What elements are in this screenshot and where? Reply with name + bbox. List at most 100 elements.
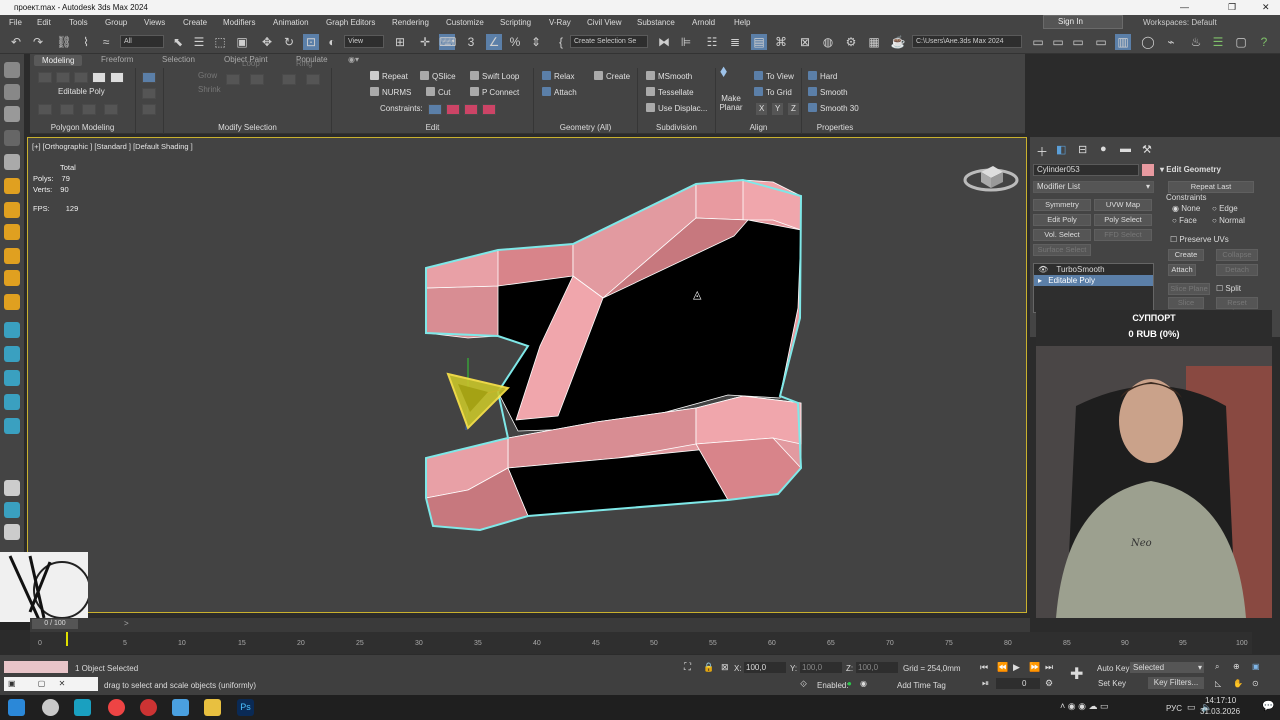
key-filters-button[interactable]: Key Filters... [1148,677,1204,689]
motion-tab-icon[interactable]: ● [1100,143,1107,155]
edge-icon[interactable] [56,72,70,83]
constraint-face-radio[interactable]: ○ Face [1172,216,1197,225]
group-label-subdivision[interactable]: Subdivision [638,123,715,132]
figure-icon[interactable] [4,418,20,434]
surface-select-button[interactable]: Surface Select [1033,244,1091,256]
repeat-button[interactable]: Repeat [370,71,408,83]
start-icon[interactable] [8,699,25,716]
pan-icon[interactable]: ✋ [1233,679,1243,688]
next-frame-icon[interactable]: ⏩ [1029,662,1040,673]
tray-icons[interactable]: ˄ ◉ ◉ ☁ ▭ [1060,701,1108,712]
sphere-icon[interactable] [4,346,20,362]
tessellate-button[interactable]: Tessellate [646,87,694,99]
menu-substance[interactable]: Substance [637,15,675,30]
fov-icon[interactable]: ◺ [1215,679,1221,688]
attach-button[interactable]: Attach [542,87,577,99]
hierarchy-icon[interactable] [4,106,20,122]
layer-explorer-icon[interactable]: ≣ [727,34,743,50]
box-icon[interactable] [4,322,20,338]
utilities-tab-icon[interactable]: ⚒ [1142,143,1152,156]
render-icon[interactable]: ☕ [890,34,906,50]
minimize-button[interactable]: — [1180,0,1189,15]
constraint-none-radio[interactable]: ◉ None [1172,204,1200,213]
notifications-icon[interactable]: 💬 [1262,701,1274,712]
auto-key-button[interactable]: Auto Key [1097,664,1129,673]
shape-icon[interactable] [4,370,20,386]
network-icon[interactable]: ▭ [1187,702,1196,713]
menu-modifiers[interactable]: Modifiers [223,15,255,30]
display-icon[interactable] [4,154,20,170]
person-icon[interactable] [4,524,20,540]
select-by-name-icon[interactable]: ☰ [191,34,207,50]
maximize-button[interactable]: ❐ [1228,0,1236,15]
bridge-icon[interactable]: ⌁ [1163,34,1179,50]
group-label-geometry[interactable]: Geometry (All) [534,123,637,132]
smooth-button[interactable]: Smooth [808,87,848,99]
time-config-icon[interactable]: ⚙ [1045,678,1053,689]
open-icon[interactable]: ▭ [1050,34,1066,50]
set-key-button[interactable]: Set Key [1098,679,1126,688]
clock-date[interactable]: 31.03.2026 [1200,707,1240,716]
align-x-button[interactable]: X [756,103,768,115]
goto-end-icon[interactable]: ⏭ [1045,662,1053,673]
menu-customize[interactable]: Customize [446,15,484,30]
light-icon[interactable] [4,202,20,218]
group-label-modify-selection[interactable]: Modify Selection [164,123,331,132]
qslice-button[interactable]: QSlice [420,71,456,83]
set-key-icon[interactable]: ✚ [1070,664,1083,684]
vertex-icon[interactable] [38,72,52,83]
placement-icon[interactable]: ◐ [324,34,340,50]
create-panel-icon[interactable] [4,62,20,78]
create-tab-icon[interactable]: ＋ [1036,143,1048,160]
make-planar-button[interactable]: Make Planar [718,94,744,112]
align-y-button[interactable]: Y [772,103,784,115]
create-geo-button[interactable]: Create [1168,249,1204,261]
redo-icon[interactable]: ↷ [30,34,46,50]
menu-views[interactable]: Views [144,15,165,30]
maxscript-listener[interactable] [4,661,68,673]
stack-item-turbosmooth[interactable]: 👁 TurboSmooth [1034,264,1153,275]
sun-icon[interactable] [4,294,20,310]
select-object-icon[interactable]: ⬉ [170,34,186,50]
time-slider-handle[interactable]: 0 / 100 [32,619,78,629]
constraint-none-icon[interactable] [428,104,442,115]
chrome-icon[interactable] [108,699,125,716]
eye-icon[interactable]: 👁 [1038,265,1048,274]
rendered-frame-icon[interactable]: ▦ [866,34,882,50]
edit-poly-button[interactable]: Edit Poly [1033,214,1091,226]
vol-select-button[interactable]: Vol. Select [1033,229,1091,241]
border-icon[interactable] [74,72,88,83]
use-displace-button[interactable]: Use Displac... [646,103,707,115]
isolate-icon[interactable]: ⛶ [684,662,691,673]
camera-icon[interactable] [4,224,20,240]
ffd-select-button[interactable]: FFD Select [1094,229,1152,241]
key-mode-icon[interactable]: ⏯ [982,678,989,689]
menu-arnold[interactable]: Arnold [692,15,715,30]
time-tag-icon[interactable]: ◉ [860,679,867,688]
split-checkbox[interactable]: ☐ Split [1216,284,1241,293]
scene-explorer-icon[interactable]: ☷ [704,34,720,50]
preview-selection-icon[interactable] [142,72,156,83]
close-button[interactable]: ✕ [1262,0,1270,15]
selection-set-dropdown[interactable]: Create Selection Se [570,35,648,48]
reset-plane-button[interactable]: Reset Plane [1216,297,1258,317]
grow-button[interactable]: Grow [198,70,217,82]
utilities-icon[interactable] [4,178,20,194]
smooth30-button[interactable]: Smooth 30 [808,103,859,115]
group-label-properties[interactable]: Properties [802,123,868,132]
material-editor-icon[interactable]: ◍ [820,34,836,50]
lock-icon[interactable]: 🔒 [703,662,714,673]
nurms-button[interactable]: NURMS [370,87,411,99]
poly-select-button[interactable]: Poly Select [1094,214,1152,226]
schematic-view-icon[interactable]: ⊠ [797,34,813,50]
group-label-polygon-modeling[interactable]: Polygon Modeling [30,123,135,132]
modify-tab-icon[interactable]: ◧ [1056,143,1066,156]
curve-editor-icon[interactable]: ⌘ [773,34,789,50]
add-time-tag[interactable]: Add Time Tag [897,681,946,690]
track-bar[interactable]: 0 5 10 15 20 25 30 35 40 45 50 55 60 65 … [30,632,1252,654]
help-icon[interactable]: ? [1256,34,1272,50]
language-indicator[interactable]: РУС [1166,704,1182,713]
snaps-toggle-icon[interactable]: 3 [463,34,479,50]
menu-create[interactable]: Create [183,15,207,30]
slice-button[interactable]: Slice [1168,297,1204,309]
